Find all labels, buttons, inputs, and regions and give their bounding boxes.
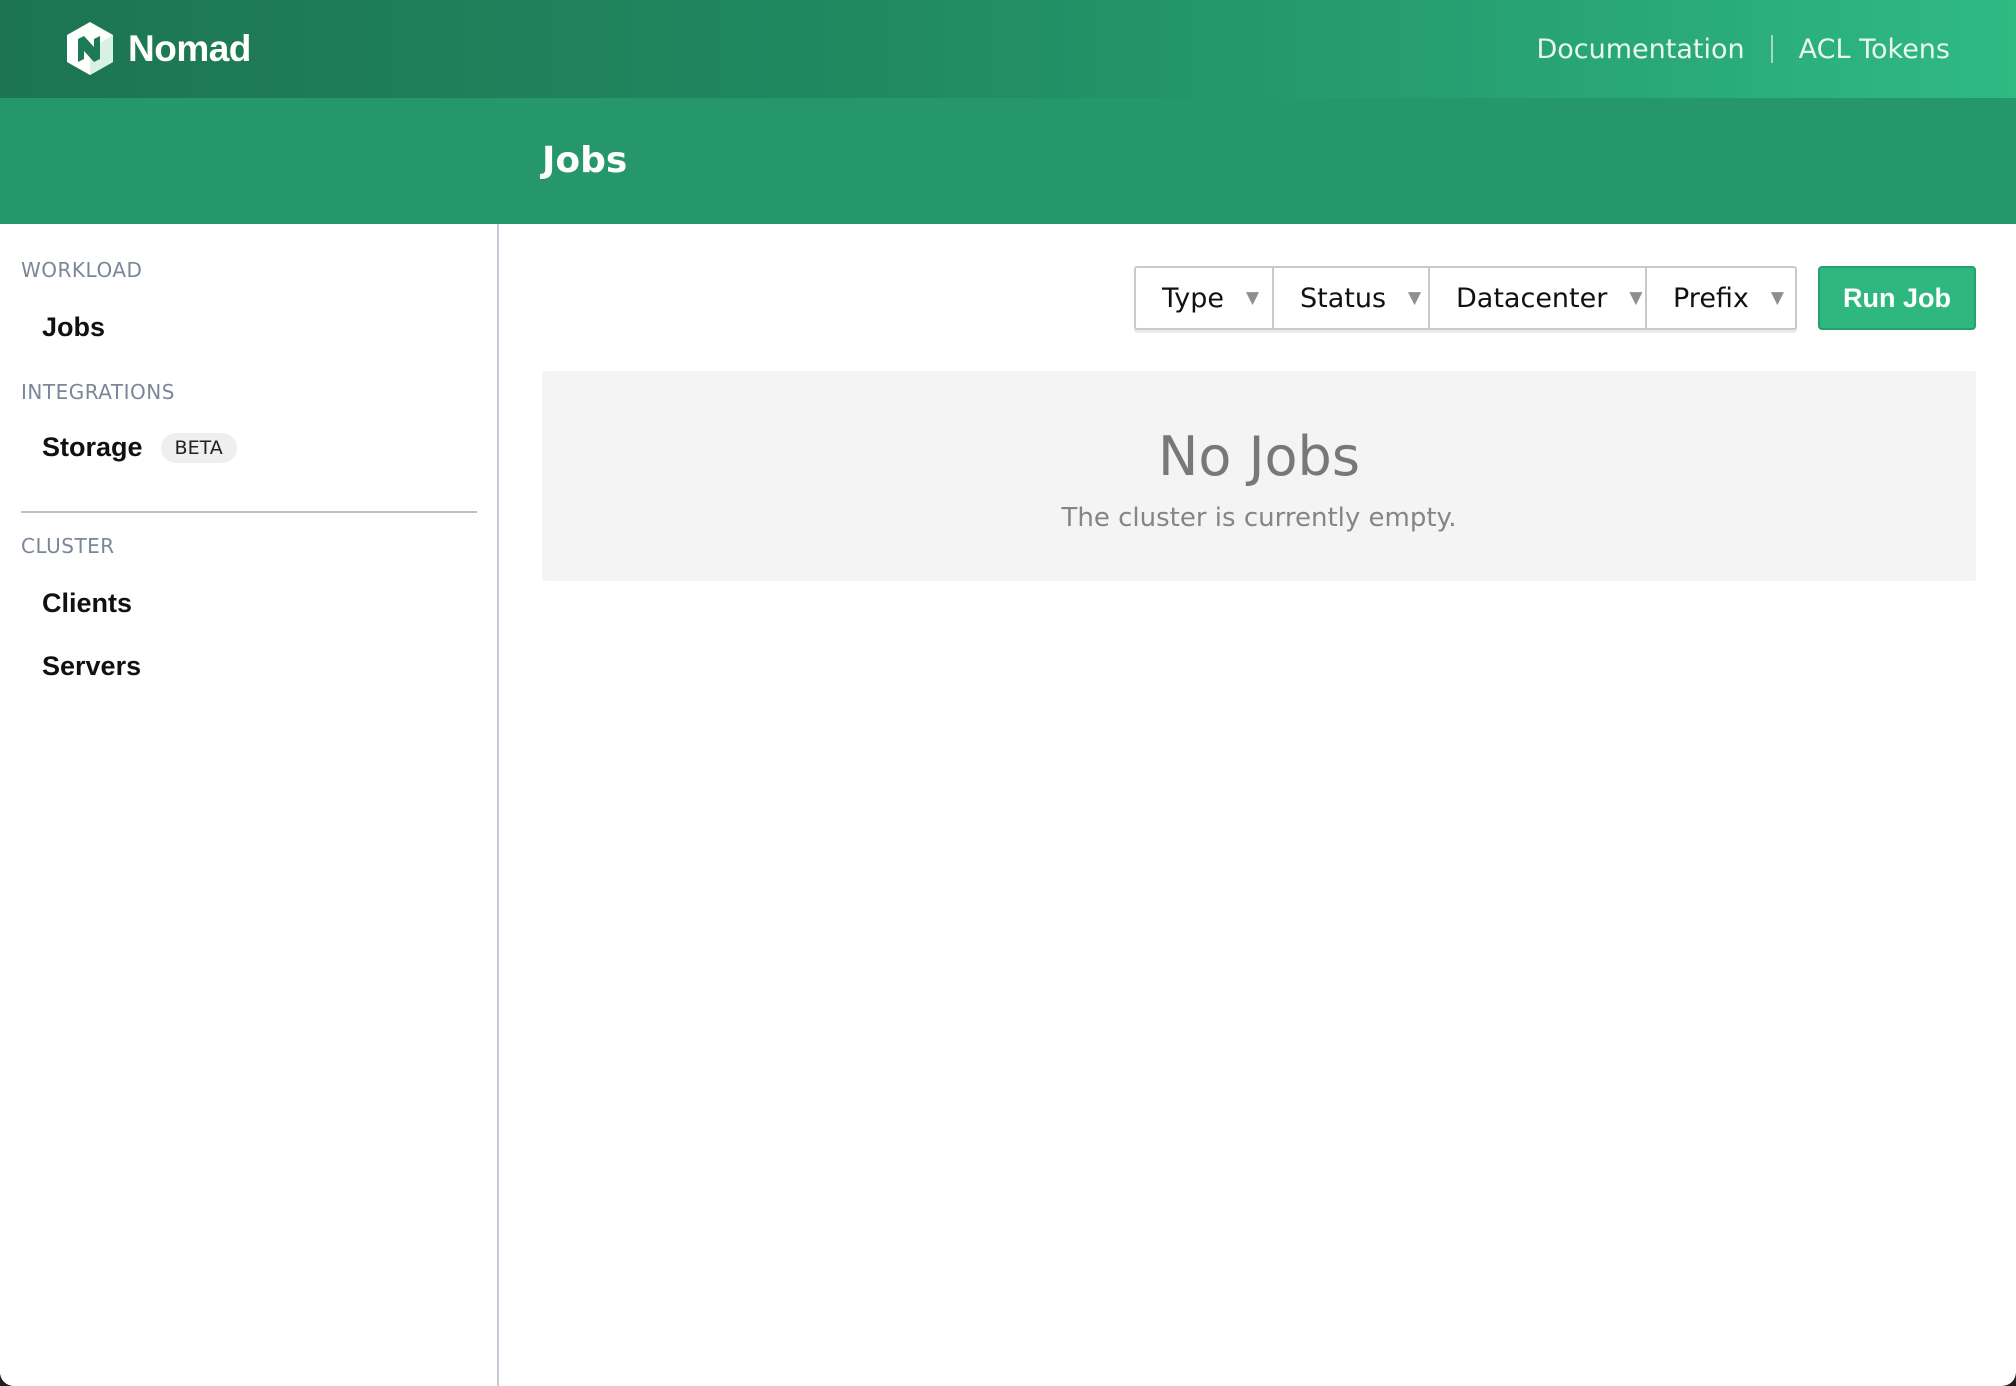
sidebar: WORKLOAD Jobs INTEGRATIONS Storage BETA … — [0, 224, 499, 1386]
type-filter-dropdown[interactable]: Type ▼ — [1134, 266, 1274, 330]
beta-badge: BETA — [160, 432, 237, 463]
dropdown-label: Prefix — [1673, 282, 1749, 314]
run-job-button[interactable]: Run Job — [1818, 266, 1976, 330]
sidebar-item-jobs[interactable]: Jobs — [42, 312, 105, 343]
dropdown-label: Status — [1300, 282, 1387, 314]
documentation-link[interactable]: Documentation — [1536, 34, 1744, 65]
dropdown-label: Type — [1162, 282, 1225, 314]
caret-down-icon: ▼ — [1246, 288, 1260, 308]
page-title: Jobs — [542, 140, 628, 181]
sidebar-item-storage[interactable]: Storage BETA — [42, 432, 237, 463]
brand-name: Nomad — [128, 28, 251, 69]
nomad-logo[interactable]: Nomad — [66, 22, 251, 76]
top-navbar: Nomad Documentation ACL Tokens — [0, 0, 2016, 98]
caret-down-icon: ▼ — [1629, 288, 1643, 308]
filter-toolbar: Type ▼ Status ▼ Datacenter ▼ Prefix ▼ — [1134, 266, 1797, 330]
empty-state: No Jobs The cluster is currently empty. — [542, 371, 1976, 581]
menu-label-workload: WORKLOAD — [21, 258, 143, 282]
sidebar-item-label: Jobs — [42, 312, 106, 342]
sidebar-item-label: Storage — [42, 432, 143, 462]
sidebar-item-servers[interactable]: Servers — [42, 651, 141, 682]
empty-state-title: No Jobs — [1158, 425, 1360, 488]
page-header: Jobs — [0, 98, 2016, 224]
caret-down-icon: ▼ — [1770, 288, 1784, 308]
caret-down-icon: ▼ — [1408, 288, 1422, 308]
nav-links: Documentation ACL Tokens — [1536, 0, 1950, 98]
acl-tokens-link[interactable]: ACL Tokens — [1799, 34, 1950, 65]
sidebar-item-clients[interactable]: Clients — [42, 588, 132, 619]
menu-label-cluster: CLUSTER — [21, 534, 115, 558]
sidebar-item-label: Servers — [42, 651, 142, 681]
prefix-filter-dropdown[interactable]: Prefix ▼ — [1647, 266, 1797, 330]
empty-state-message: The cluster is currently empty. — [1061, 503, 1457, 533]
nav-divider — [1770, 35, 1773, 63]
app-window: Nomad Documentation ACL Tokens Jobs WORK… — [0, 0, 2016, 1386]
dropdown-label: Datacenter — [1456, 282, 1608, 314]
datacenter-filter-dropdown[interactable]: Datacenter ▼ — [1430, 266, 1647, 330]
status-filter-dropdown[interactable]: Status ▼ — [1274, 266, 1430, 330]
sidebar-item-label: Clients — [42, 588, 133, 618]
nomad-logo-icon — [67, 22, 113, 75]
menu-label-integrations: INTEGRATIONS — [21, 380, 175, 404]
sidebar-divider — [21, 511, 477, 513]
